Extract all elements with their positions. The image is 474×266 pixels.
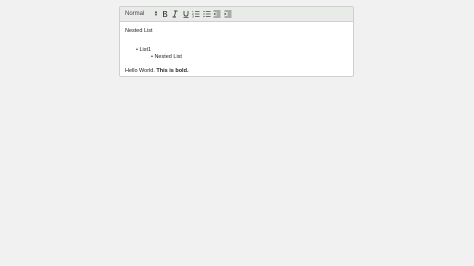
ordered-list-icon xyxy=(192,10,200,18)
select-arrows-icon: ▲ ▼ xyxy=(154,9,158,17)
content-heading: Nested List xyxy=(125,28,153,34)
rich-text-editor: Normal ▲ ▼ Nested List • List1 • Nested … xyxy=(119,6,354,77)
content-paragraph: Hello World. This is bold. xyxy=(125,68,188,74)
bullet-list-button[interactable] xyxy=(202,9,212,19)
list-item-label: List1 xyxy=(139,47,152,53)
indent-icon xyxy=(224,10,231,18)
format-select[interactable]: Normal ▲ ▼ xyxy=(125,9,159,19)
editor-content[interactable]: Nested List • List1 • Nested List Hello Wo… xyxy=(120,22,353,76)
hello-text: Hello World. xyxy=(125,68,157,74)
bullet-icon: • xyxy=(136,47,138,53)
underline-icon xyxy=(183,11,188,18)
italic-button[interactable] xyxy=(170,9,180,19)
bullet-list-icon xyxy=(202,10,210,18)
ordered-list-button[interactable] xyxy=(191,9,201,19)
outdent-icon xyxy=(213,10,221,18)
editor-toolbar: Normal ▲ ▼ xyxy=(120,7,353,22)
bullet-icon: • xyxy=(151,54,153,60)
nested-list-item: • Nested List xyxy=(151,54,182,60)
outdent-button[interactable] xyxy=(212,9,222,19)
list-item: • List1 xyxy=(136,47,151,53)
format-select-value: Normal xyxy=(125,11,145,17)
italic-icon xyxy=(172,10,178,18)
bold-icon xyxy=(162,11,167,17)
bold-button[interactable] xyxy=(160,9,170,19)
indent-button[interactable] xyxy=(223,9,233,19)
underline-button[interactable] xyxy=(181,9,191,19)
nested-list-item-label: Nested List xyxy=(154,54,182,60)
bold-text: This is bold. xyxy=(156,68,189,74)
